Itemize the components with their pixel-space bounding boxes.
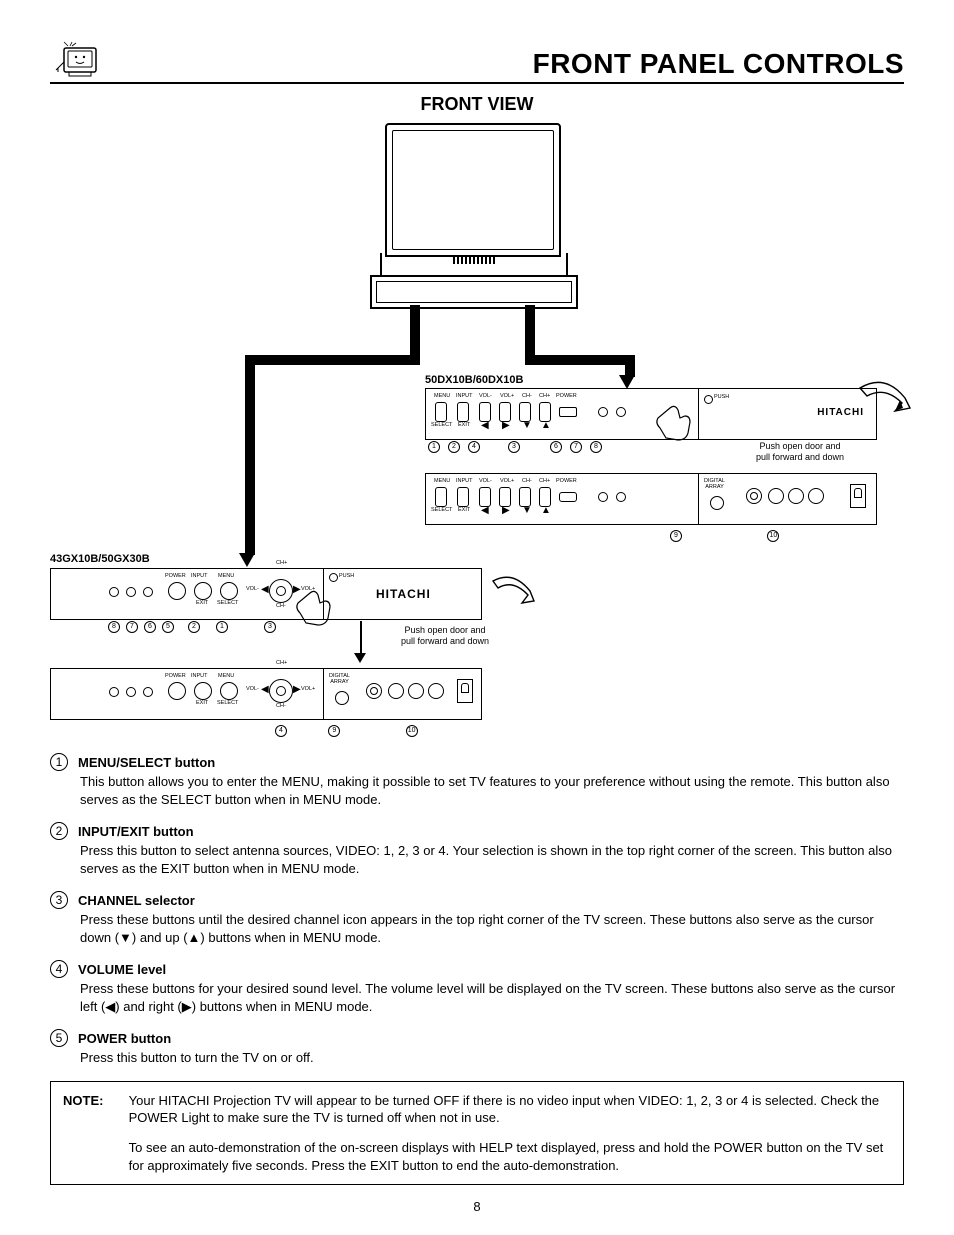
page-header: FRONT PANEL CONTROLS bbox=[50, 40, 904, 84]
definition-title: CHANNEL selector bbox=[78, 893, 195, 908]
tv-speaker-grille bbox=[380, 253, 568, 277]
av-jack-3[interactable] bbox=[408, 683, 424, 699]
av-jack-1[interactable] bbox=[746, 488, 762, 504]
definition-body: This button allows you to enter the MENU… bbox=[80, 773, 904, 808]
callout-row-top-open: 9 10 bbox=[670, 526, 779, 542]
indicator-a bbox=[109, 687, 119, 697]
definition-item: 5 POWER button Press this button to turn… bbox=[50, 1029, 904, 1067]
menu-select-button[interactable] bbox=[220, 582, 238, 600]
ch-down-button[interactable] bbox=[519, 487, 531, 507]
tv-screen bbox=[385, 123, 561, 257]
vol-down-button[interactable] bbox=[479, 487, 491, 507]
page-number: 8 bbox=[50, 1199, 904, 1214]
brand-label: HITACHI bbox=[376, 587, 431, 601]
definition-number: 1 bbox=[50, 753, 68, 771]
definition-body: Press this button to select antenna sour… bbox=[80, 842, 904, 877]
door-note-top: Push open door and pull forward and down bbox=[730, 441, 870, 463]
power-button[interactable] bbox=[168, 582, 186, 600]
vol-down-button[interactable] bbox=[479, 402, 491, 422]
tv-cabinet bbox=[370, 275, 578, 309]
bottom-model-open-panel: POWER INPUT EXIT MENU SELECT VOL- ◀ ▶ VO… bbox=[50, 668, 482, 720]
definition-number: 3 bbox=[50, 891, 68, 909]
indicator-a bbox=[598, 492, 608, 502]
definition-item: 3 CHANNEL selector Press these buttons u… bbox=[50, 891, 904, 946]
definition-number: 2 bbox=[50, 822, 68, 840]
digital-array-knob[interactable] bbox=[710, 496, 724, 510]
push-indicator bbox=[704, 395, 713, 404]
note-box: NOTE: Your HITACHI Projection TV will ap… bbox=[50, 1081, 904, 1185]
door-note-bottom: Push open door and pull forward and down bbox=[370, 625, 520, 647]
av-jack-2[interactable] bbox=[768, 488, 784, 504]
indicator-a bbox=[598, 407, 608, 417]
headphone-jack[interactable] bbox=[850, 484, 866, 508]
menu-select-button[interactable] bbox=[220, 682, 238, 700]
top-model-open-panel: MENU INPUT VOL- VOL+ CH- CH+ POWER SELEC… bbox=[425, 473, 877, 525]
callout-row-bottom-closed: 8 7 6 5 2 1 3 bbox=[108, 621, 276, 633]
tv-character-icon bbox=[50, 40, 105, 80]
definition-item: 1 MENU/SELECT button This button allows … bbox=[50, 753, 904, 808]
digital-array-knob[interactable] bbox=[335, 691, 349, 705]
indicator-c bbox=[143, 687, 153, 697]
menu-select-button[interactable] bbox=[435, 487, 447, 507]
hand-icon bbox=[650, 398, 700, 448]
av-jack-4[interactable] bbox=[808, 488, 824, 504]
callout-row-top-closed: 1 2 4 3 6 7 8 bbox=[428, 441, 602, 453]
definition-item: 2 INPUT/EXIT button Press this button to… bbox=[50, 822, 904, 877]
headphone-jack[interactable] bbox=[457, 679, 473, 703]
power-button[interactable] bbox=[168, 682, 186, 700]
note-label: NOTE: bbox=[63, 1092, 125, 1110]
power-button[interactable] bbox=[559, 407, 577, 417]
definition-title: MENU/SELECT button bbox=[78, 755, 215, 770]
definition-number: 5 bbox=[50, 1029, 68, 1047]
definition-title: VOLUME level bbox=[78, 962, 166, 977]
ch-up-button[interactable] bbox=[539, 487, 551, 507]
hand-icon bbox=[290, 583, 340, 633]
power-button[interactable] bbox=[559, 492, 577, 502]
definition-body: Press these buttons for your desired sou… bbox=[80, 980, 904, 1015]
menu-select-button[interactable] bbox=[435, 402, 447, 422]
model-label-top: 50DX10B/60DX10B bbox=[425, 374, 523, 386]
bottom-model-closed-panel: POWER INPUT EXIT MENU SELECT VOL- ◀ ▶ VO… bbox=[50, 568, 482, 620]
definition-title: INPUT/EXIT button bbox=[78, 824, 194, 839]
indicator-b bbox=[126, 587, 136, 597]
definitions-list: 1 MENU/SELECT button This button allows … bbox=[50, 753, 904, 1067]
indicator-b bbox=[126, 687, 136, 697]
front-view-diagram: 50DX10B/60DX10B MENU INPUT VOL- VOL+ CH-… bbox=[50, 123, 904, 743]
note-text-1: Your HITACHI Projection TV will appear t… bbox=[129, 1092, 887, 1127]
page-title: FRONT PANEL CONTROLS bbox=[533, 48, 904, 80]
av-jack-4[interactable] bbox=[428, 683, 444, 699]
definition-item: 4 VOLUME level Press these buttons for y… bbox=[50, 960, 904, 1015]
av-jack-2[interactable] bbox=[388, 683, 404, 699]
input-exit-button[interactable] bbox=[194, 682, 212, 700]
definition-body: Press this button to turn the TV on or o… bbox=[80, 1049, 904, 1067]
indicator-b bbox=[616, 492, 626, 502]
indicator-b bbox=[616, 407, 626, 417]
input-exit-button[interactable] bbox=[457, 487, 469, 507]
push-indicator bbox=[329, 573, 338, 582]
cursor-pad[interactable] bbox=[269, 679, 293, 703]
ch-down-button[interactable] bbox=[519, 402, 531, 422]
vol-up-button[interactable] bbox=[499, 402, 511, 422]
av-jack-1[interactable] bbox=[366, 683, 382, 699]
input-exit-button[interactable] bbox=[194, 582, 212, 600]
indicator-c bbox=[143, 587, 153, 597]
input-exit-button[interactable] bbox=[457, 402, 469, 422]
front-view-heading: FRONT VIEW bbox=[50, 94, 904, 115]
model-label-bottom: 43GX10B/50GX30B bbox=[50, 553, 150, 565]
open-arrow-icon bbox=[488, 573, 538, 613]
note-text-2: To see an auto-demonstration of the on-s… bbox=[129, 1139, 887, 1174]
definition-title: POWER button bbox=[78, 1031, 171, 1046]
av-jack-3[interactable] bbox=[788, 488, 804, 504]
open-arrow-icon bbox=[855, 378, 915, 423]
vol-up-button[interactable] bbox=[499, 487, 511, 507]
indicator-a bbox=[109, 587, 119, 597]
callout-row-bottom-open: 4 9 10 bbox=[275, 721, 418, 737]
ch-up-button[interactable] bbox=[539, 402, 551, 422]
definition-number: 4 bbox=[50, 960, 68, 978]
definition-body: Press these buttons until the desired ch… bbox=[80, 911, 904, 946]
